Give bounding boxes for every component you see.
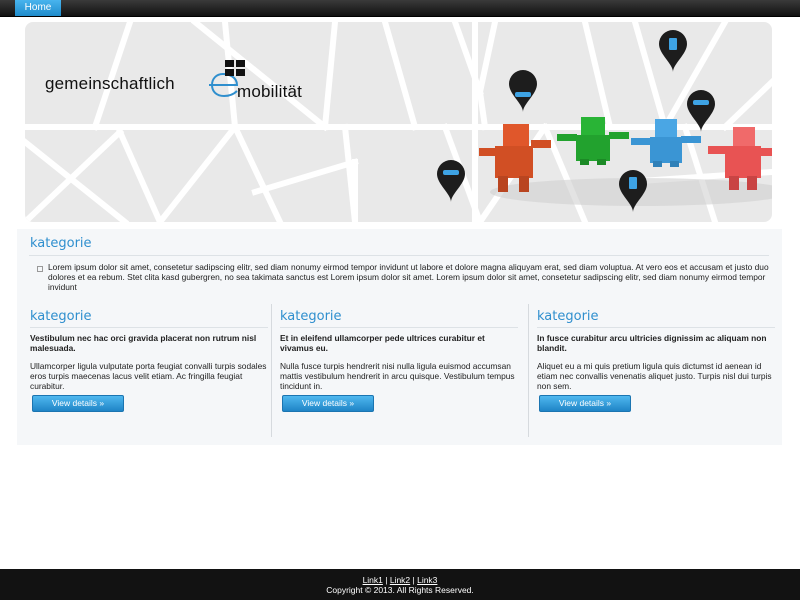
column-title: kategorie [537,309,599,324]
view-details-button[interactable]: View details » [282,395,374,412]
site-logo[interactable]: gemeinschaftlich mobilität [45,60,335,105]
charging-pin [659,30,687,72]
bullet-icon [37,266,43,272]
divider [537,327,775,328]
footer-links: Link1 | Link2 | Link3 [0,575,800,585]
hero-banner: gemeinschaftlich mobilität [25,22,772,222]
content-column-3: kategorie In fusce curabitur arcu ultric… [537,304,777,437]
view-details-button[interactable]: View details » [539,395,631,412]
column-text: Aliquet eu a mi quis pretium ligula quis… [537,361,772,391]
top-navigation-bar: Home [0,0,800,17]
column-title: kategorie [30,309,92,324]
content-panel: kategorie Lorem ipsum dolor sit amet, co… [17,229,782,445]
divider [280,327,518,328]
column-divider [528,304,529,437]
copyright-text: Copyright © 2013. All Rights Reserved. [326,585,474,595]
column-text: Ullamcorper ligula vulputate porta feugi… [30,361,267,391]
content-column-1: kategorie Vestibulum nec hac orci gravid… [30,304,270,437]
column-lead: In fusce curabitur arcu ultricies dignis… [537,333,767,353]
footer-link-1[interactable]: Link1 [363,575,383,585]
content-column-2: kategorie Et in eleifend ullamcorper ped… [280,304,520,437]
column-divider [271,304,272,437]
logo-word-1: gemeinschaftlich [45,74,175,93]
car-pin [509,70,537,112]
footer-link-2[interactable]: Link2 [390,575,410,585]
intro-text: Lorem ipsum dolor sit amet, consetetur s… [48,262,769,292]
link-separator: | [382,575,390,585]
column-lead: Vestibulum nec hac orci gravida placerat… [30,333,257,353]
view-details-button[interactable]: View details » [32,395,124,412]
car-pin [437,160,465,202]
footer-link-3[interactable]: Link3 [417,575,437,585]
logo-word-2: mobilität [237,82,303,101]
column-lead: Et in eleifend ullamcorper pede ultrices… [280,333,485,353]
column-text: Nulla fusce turpis hendrerit nisi nulla … [280,361,515,391]
street-map-illustration [25,22,772,222]
column-title: kategorie [280,309,342,324]
divider [30,327,268,328]
divider [29,255,769,256]
footer: Link1 | Link2 | Link3 Copyright © 2013. … [0,569,800,600]
nav-home-link[interactable]: Home [15,0,61,16]
intro-title: kategorie [30,236,92,251]
